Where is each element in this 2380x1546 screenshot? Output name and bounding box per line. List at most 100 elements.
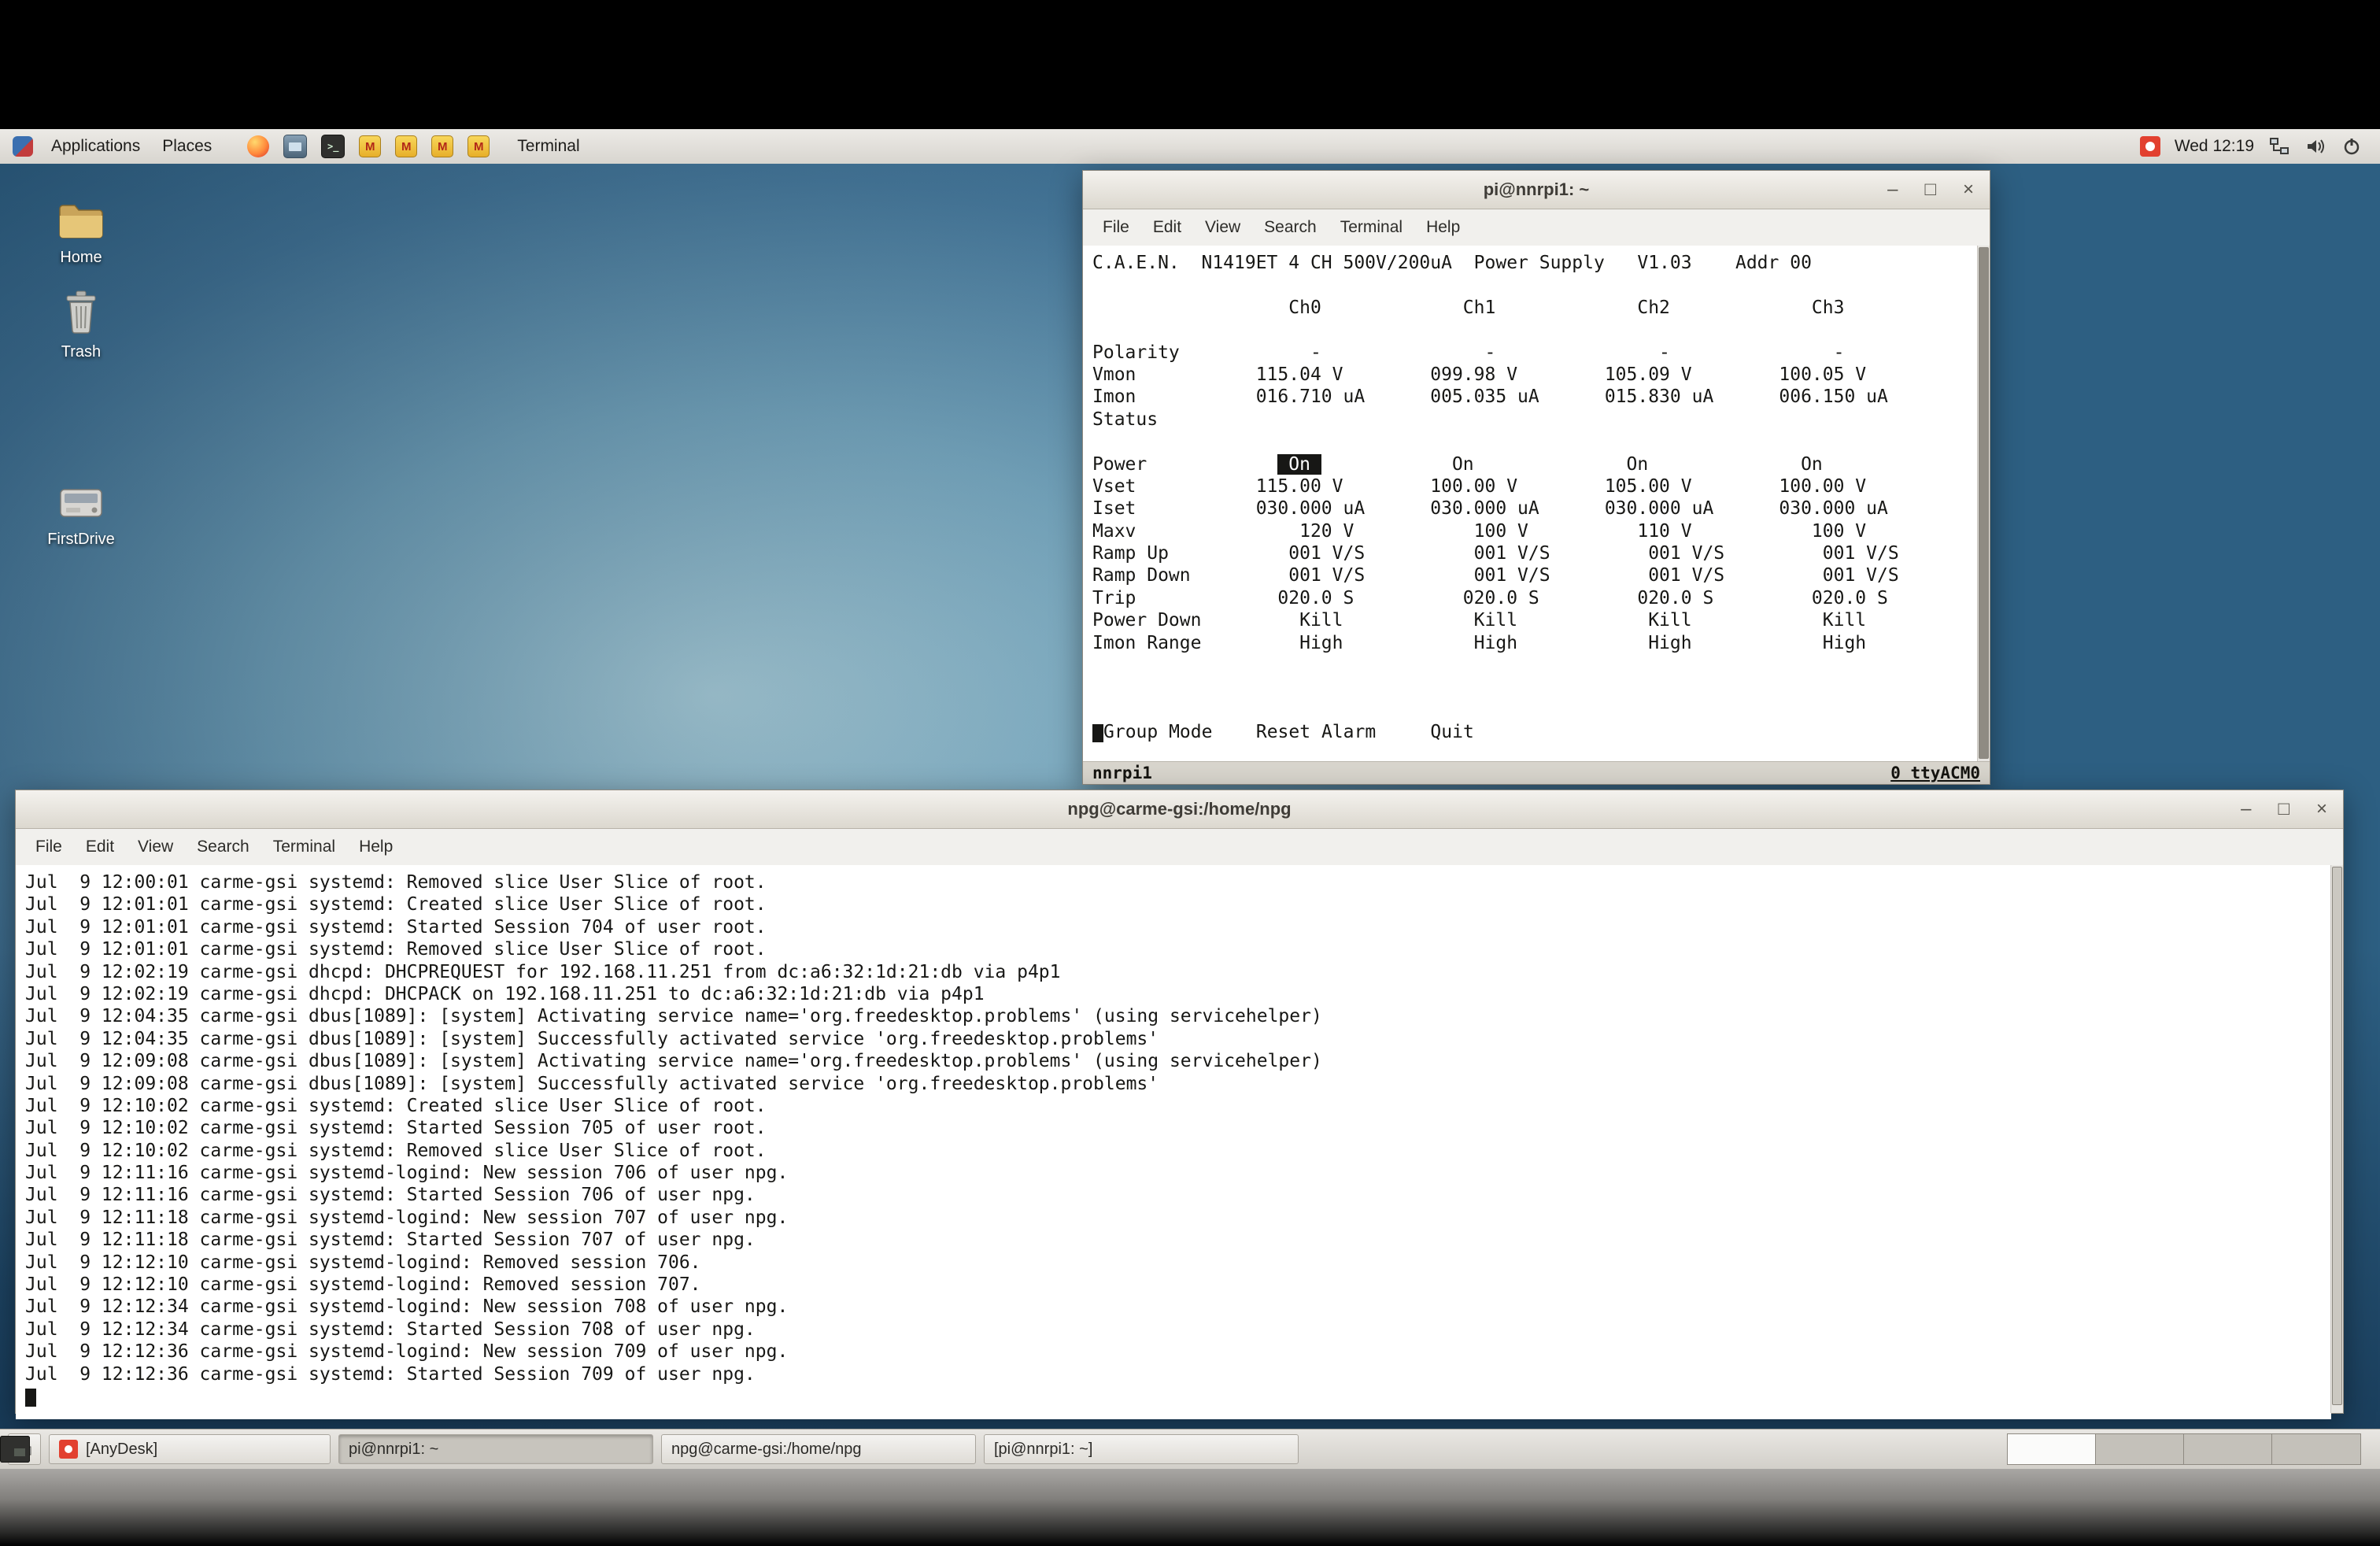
menu-search[interactable]: Search <box>185 838 261 856</box>
terminal-status-line: nnrpi1 0 ttyACM0 <box>1083 761 1990 784</box>
terminal-line: Jul 9 12:04:35 carme-gsi dbus[1089]: [sy… <box>25 1028 2331 1050</box>
terminal-line: Status <box>1092 409 1978 431</box>
highlighted-value: On <box>1277 454 1321 475</box>
top-panel: Applications Places >_ M M M M Terminal … <box>0 129 2380 165</box>
files-launcher-icon[interactable] <box>283 135 307 158</box>
maximize-button[interactable]: □ <box>2278 790 2289 828</box>
terminal-launcher-icon[interactable]: >_ <box>321 135 345 158</box>
minimize-button[interactable]: – <box>2241 790 2251 828</box>
firefox-launcher-icon[interactable] <box>247 135 269 157</box>
menu-applications[interactable]: Applications <box>40 129 151 164</box>
menu-edit[interactable]: Edit <box>74 838 126 856</box>
distro-menu-icon[interactable] <box>13 136 33 157</box>
terminal-line: Power Down Kill Kill Kill Kill <box>1092 609 1978 631</box>
titlebar[interactable]: pi@nnrpi1: ~ – □ × <box>1083 171 1990 209</box>
taskbar-item-npg-carme-gsi[interactable]: npg@carme-gsi:/home/npg <box>661 1434 976 1464</box>
menu-file[interactable]: File <box>1091 218 1141 237</box>
menu-search[interactable]: Search <box>1252 218 1329 237</box>
terminal-line: Jul 9 12:12:10 carme-gsi systemd-logind:… <box>25 1252 2331 1274</box>
desktop-icon-home[interactable]: Home <box>22 202 140 267</box>
window-controls: – □ × <box>1887 171 1990 209</box>
menubar: File Edit View Search Terminal Help <box>1083 209 1990 246</box>
terminal-line: Jul 9 12:01:01 carme-gsi systemd: Starte… <box>25 916 2331 938</box>
menu-view[interactable]: View <box>1193 218 1252 237</box>
terminal-line: Group Mode Reset Alarm Quit <box>1092 721 1978 743</box>
terminal-line <box>1092 319 1978 341</box>
terminal-line: Jul 9 12:02:19 carme-gsi dhcpd: DHCPREQU… <box>25 961 2331 983</box>
menu-view[interactable]: View <box>126 838 185 856</box>
terminal-screen[interactable]: Jul 9 12:00:01 carme-gsi systemd: Remove… <box>16 865 2331 1419</box>
terminal-line: Ramp Up 001 V/S 001 V/S 001 V/S 001 V/S <box>1092 542 1978 564</box>
launcher-group: >_ M M M M <box>240 135 497 158</box>
desktop-icon-firstdrive[interactable]: FirstDrive <box>22 485 140 549</box>
menu-help[interactable]: Help <box>347 838 405 856</box>
terminal-line: Jul 9 12:10:02 carme-gsi systemd: Remove… <box>25 1140 2331 1162</box>
terminal-line: Jul 9 12:11:18 carme-gsi systemd-logind:… <box>25 1207 2331 1229</box>
terminal-line <box>1092 676 1978 698</box>
menu-terminal[interactable]: Terminal <box>1329 218 1414 237</box>
taskbar-item-pi-nnrpi1[interactable]: pi@nnrpi1: ~ <box>338 1434 653 1464</box>
scrollbar[interactable] <box>1977 246 1990 762</box>
terminal-line: Maxv 120 V 100 V 110 V 100 V <box>1092 520 1978 542</box>
screen: Applications Places >_ M M M M Terminal … <box>0 0 2380 1546</box>
volume-icon[interactable] <box>2304 135 2326 157</box>
workspace-2[interactable] <box>2096 1434 2184 1464</box>
trash-icon <box>22 290 140 338</box>
terminal-line <box>25 1385 2331 1407</box>
terminal-line <box>1092 431 1978 453</box>
terminal-line: Jul 9 12:00:01 carme-gsi systemd: Remove… <box>25 871 2331 893</box>
terminal-line: Jul 9 12:11:16 carme-gsi systemd-logind:… <box>25 1162 2331 1184</box>
terminal-line: Jul 9 12:10:02 carme-gsi systemd: Create… <box>25 1095 2331 1117</box>
terminal-window-npg-carme-gsi: npg@carme-gsi:/home/npg – □ × File Edit … <box>15 790 2344 1414</box>
anydesk-tray-icon[interactable] <box>2140 136 2160 157</box>
terminal-line <box>1092 654 1978 676</box>
close-button[interactable]: × <box>2316 790 2327 828</box>
menu-file[interactable]: File <box>24 838 74 856</box>
screen-bottom-bezel <box>0 1469 2380 1546</box>
terminal-window-pi-nnrpi1: pi@nnrpi1: ~ – □ × File Edit View Search… <box>1082 170 1990 785</box>
taskbar-item-label: [pi@nnrpi1: ~] <box>994 1441 1092 1459</box>
close-button[interactable]: × <box>1963 171 1974 209</box>
m-app-launcher-icon-3[interactable]: M <box>431 135 453 157</box>
drive-icon <box>22 485 140 526</box>
menu-edit[interactable]: Edit <box>1141 218 1193 237</box>
m-app-launcher-icon-4[interactable]: M <box>468 135 490 157</box>
window-title: npg@carme-gsi:/home/npg <box>16 799 2343 819</box>
terminal-line: Jul 9 12:11:16 carme-gsi systemd: Starte… <box>25 1184 2331 1206</box>
menu-places[interactable]: Places <box>151 129 223 164</box>
clock[interactable]: Wed 12:19 <box>2175 137 2254 156</box>
terminal-line: Jul 9 12:12:10 carme-gsi systemd-logind:… <box>25 1274 2331 1296</box>
workspace-1[interactable] <box>2008 1434 2096 1464</box>
desktop-icon-trash[interactable]: Trash <box>22 290 140 361</box>
terminal-line: C.A.E.N. N1419ET 4 CH 500V/200uA Power S… <box>1092 252 1978 274</box>
terminal-screen[interactable]: C.A.E.N. N1419ET 4 CH 500V/200uA Power S… <box>1083 246 1978 746</box>
minimize-button[interactable]: – <box>1887 171 1898 209</box>
status-tty: 0 ttyACM0 <box>1890 764 1980 782</box>
scrollbar[interactable] <box>2330 865 2343 1413</box>
taskbar: [AnyDesk] pi@nnrpi1: ~ npg@carme-gsi:/ho… <box>0 1429 2380 1469</box>
menu-terminal[interactable]: Terminal <box>261 838 347 856</box>
m-app-launcher-icon-2[interactable]: M <box>395 135 417 157</box>
desktop-icon-label: Home <box>60 249 102 266</box>
workspace-3[interactable] <box>2184 1434 2272 1464</box>
terminal-line: Imon 016.710 uA 005.035 uA 015.830 uA 00… <box>1092 386 1978 408</box>
menu-help[interactable]: Help <box>1414 218 1472 237</box>
terminal-line: Jul 9 12:12:36 carme-gsi systemd-logind:… <box>25 1341 2331 1363</box>
titlebar[interactable]: npg@carme-gsi:/home/npg – □ × <box>16 790 2343 829</box>
maximize-button[interactable]: □ <box>1924 171 1936 209</box>
desktop-icon-label: Trash <box>61 343 101 361</box>
workspace-4[interactable] <box>2272 1434 2360 1464</box>
status-host: nnrpi1 <box>1092 764 1152 782</box>
terminal-line: Jul 9 12:12:34 carme-gsi systemd-logind:… <box>25 1296 2331 1318</box>
terminal-line: Imon Range High High High High <box>1092 632 1978 654</box>
power-icon[interactable] <box>2341 135 2363 157</box>
terminal-line: Power On On On On <box>1092 453 1978 475</box>
taskbar-item-label: [AnyDesk] <box>86 1441 157 1459</box>
home-folder-icon <box>22 202 140 244</box>
network-icon[interactable] <box>2268 135 2290 157</box>
taskbar-item-anydesk[interactable]: [AnyDesk] <box>49 1434 331 1464</box>
taskbar-item-label: npg@carme-gsi:/home/npg <box>671 1441 862 1459</box>
terminal-line: Iset 030.000 uA 030.000 uA 030.000 uA 03… <box>1092 497 1978 520</box>
m-app-launcher-icon-1[interactable]: M <box>359 135 381 157</box>
taskbar-item-pi-nnrpi1-minimized[interactable]: [pi@nnrpi1: ~] <box>984 1434 1299 1464</box>
